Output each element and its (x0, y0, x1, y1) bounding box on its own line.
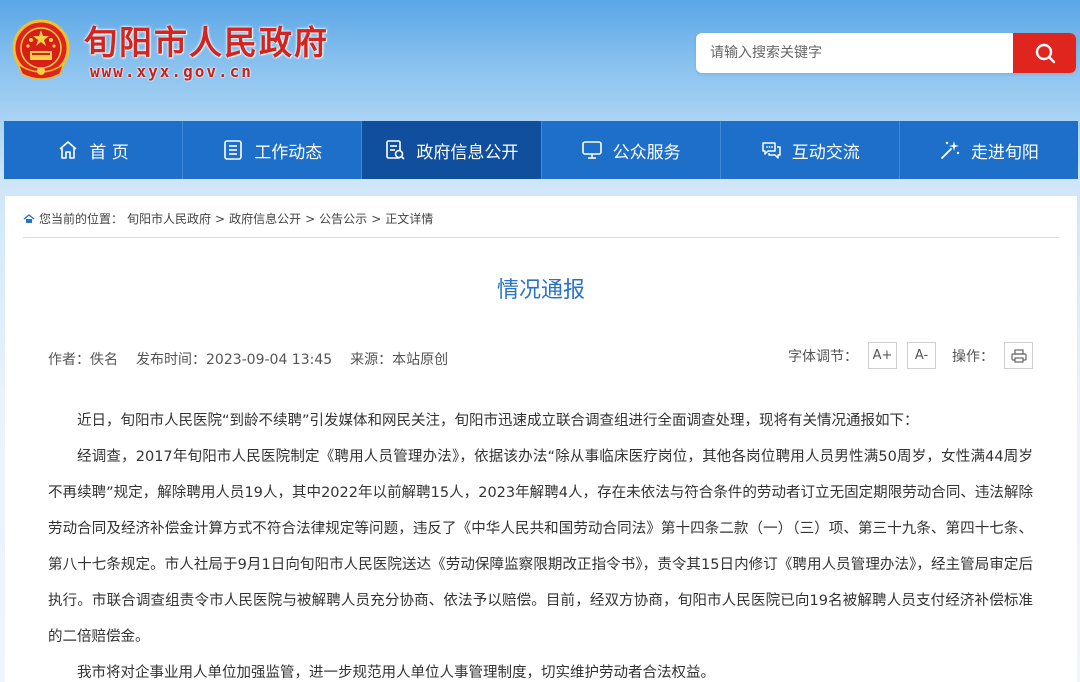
search-box (696, 33, 1076, 73)
nav-label: 首 页 (89, 142, 129, 163)
article-paragraph: 我市将对企事业用人单位加强监管，进一步规范用人单位人事管理制度，切实维护劳动者合… (77, 665, 715, 681)
site-header: 旬阳市人民政府 www.xyx.gov.cn (0, 0, 1080, 118)
article-title: 情况通报 (496, 278, 585, 303)
font-increase-button[interactable]: A+ (868, 342, 897, 369)
article-author: 作者：佚名 (48, 352, 118, 368)
document-search-icon (386, 140, 405, 160)
operation-label: 操作： (952, 348, 994, 365)
search-button[interactable] (1013, 33, 1076, 73)
article-paragraph: 经调查，2017年旬阳市人民医院制定《聘用人员管理办法》，依据该办法“除从事临床… (48, 449, 1033, 645)
article-source: 来源：本站原创 (350, 352, 449, 368)
article-paragraph: 近日，旬阳市人民医院“到龄不续聘”引发媒体和网民关注，旬阳市迅速成立联合调查组进… (77, 413, 919, 429)
font-decrease-button[interactable]: A- (907, 342, 936, 369)
sparkle-icon (941, 141, 960, 159)
nav-item-home[interactable]: 首 页 (4, 121, 184, 179)
nav-label: 互动交流 (791, 142, 860, 163)
article-tools: 字体调节： A+ A- 操作： (788, 342, 1033, 369)
search-input[interactable] (696, 33, 1013, 73)
nav-label: 政府信息公开 (416, 142, 519, 163)
breadcrumb-current: 正文详情 (385, 212, 434, 226)
nav-item-about-xunyang[interactable]: 走进旬阳 (899, 121, 1079, 179)
document-list-icon (224, 140, 243, 160)
nav-item-gov-info[interactable]: 政府信息公开 (362, 121, 542, 179)
monitor-icon (581, 141, 602, 159)
main-nav: 首 页 工作动态 政府信息公开 公众服务 互动交流 走进旬阳 (4, 121, 1079, 179)
site-title: 旬阳市人民政府 (84, 23, 329, 62)
print-icon (1010, 348, 1027, 363)
breadcrumb-link-gov-info[interactable]: 政府信息公开 (229, 210, 301, 227)
breadcrumb-separator: > (371, 211, 382, 226)
nav-label: 工作动态 (254, 142, 323, 163)
nav-label: 走进旬阳 (970, 142, 1039, 163)
search-icon (1035, 43, 1055, 64)
nav-item-public-service[interactable]: 公众服务 (541, 121, 721, 179)
article-body: 近日，旬阳市人民医院“到龄不续聘”引发媒体和网民关注，旬阳市迅速成立联合调查组进… (48, 403, 1033, 682)
breadcrumb: 您当前的位置： 旬阳市人民政府 > 政府信息公开 > 公告公示 > 正文详情 (23, 210, 433, 227)
location-icon (23, 213, 35, 223)
print-button[interactable] (1004, 342, 1033, 369)
site-url: www.xyx.gov.cn (90, 62, 253, 81)
breadcrumb-link-home[interactable]: 旬阳市人民政府 (127, 210, 211, 227)
breadcrumb-link-notices[interactable]: 公告公示 (319, 210, 367, 227)
home-icon (59, 141, 77, 159)
nav-item-interaction[interactable]: 互动交流 (720, 121, 900, 179)
article-publish-time: 发布时间：2023-09-04 13:45 (136, 352, 333, 368)
breadcrumb-separator: > (305, 211, 316, 226)
divider (23, 237, 1059, 238)
breadcrumb-prefix: 您当前的位置： (39, 212, 124, 226)
chat-icon (762, 142, 781, 159)
article-panel: 您当前的位置： 旬阳市人民政府 > 政府信息公开 > 公告公示 > 正文详情 情… (5, 196, 1077, 682)
breadcrumb-separator: > (215, 211, 226, 226)
nav-item-work-news[interactable]: 工作动态 (183, 121, 363, 179)
font-size-label: 字体调节： (788, 348, 858, 365)
article-meta: 作者：佚名 发布时间：2023-09-04 13:45 来源：本站原创 (48, 349, 448, 369)
nav-label: 公众服务 (612, 142, 681, 163)
national-emblem-icon (12, 19, 70, 80)
